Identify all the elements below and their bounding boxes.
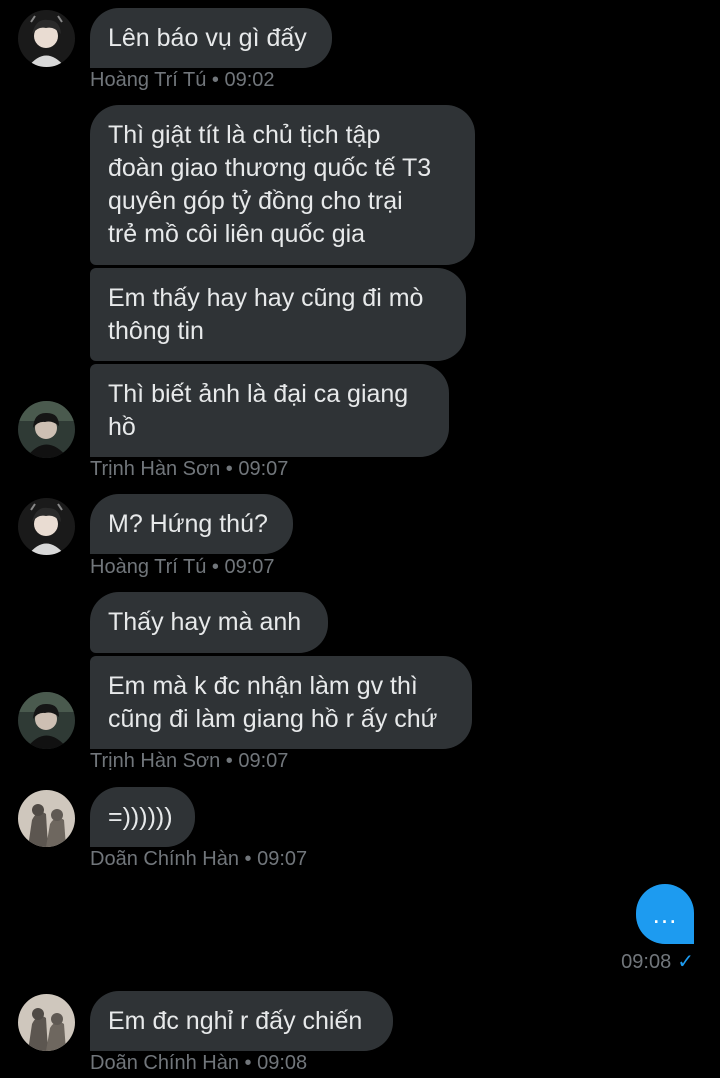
avatar-hoang-tri-tu[interactable] — [18, 10, 75, 67]
message-bubble[interactable]: Em thấy hay hay cũng đi mò thông tin — [90, 268, 466, 361]
sender-name: Trịnh Hàn Sơn — [90, 458, 221, 480]
message-bubble[interactable]: =)))))) — [90, 787, 195, 847]
message-meta: Trịnh Hàn Sơn • 09:07 — [90, 457, 288, 481]
message-meta: Doãn Chính Hàn • 09:08 — [90, 1051, 307, 1075]
message-meta: Trịnh Hàn Sơn • 09:07 — [90, 749, 288, 773]
separator: • — [206, 556, 225, 578]
sender-name: Doãn Chính Hàn — [90, 1052, 239, 1074]
separator: • — [220, 750, 239, 772]
avatar-trinh-han-son[interactable] — [18, 401, 75, 458]
sender-name: Doãn Chính Hàn — [90, 848, 239, 870]
message-meta: Hoàng Trí Tú • 09:07 — [90, 555, 275, 579]
message-bubble[interactable]: Thì biết ảnh là đại ca giang hồ — [90, 364, 449, 457]
message-bubble[interactable]: Em đc nghỉ r đấy chiến — [90, 991, 393, 1051]
separator: • — [220, 458, 239, 480]
message-time: 09:07 — [224, 556, 275, 578]
message-bubble[interactable]: M? Hứng thú? — [90, 494, 293, 554]
outgoing-message-bubble[interactable]: ... — [636, 884, 694, 944]
check-icon: ✓ — [677, 951, 694, 973]
separator: • — [206, 69, 225, 91]
outgoing-message-meta: 09:08 ✓ — [621, 950, 694, 974]
message-time: 09:07 — [238, 458, 289, 480]
message-bubble[interactable]: Lên báo vụ gì đấy — [90, 8, 332, 68]
avatar-hoang-tri-tu[interactable] — [18, 498, 75, 555]
separator: • — [238, 1052, 258, 1074]
message-time: 09:08 — [621, 951, 672, 973]
message-meta: Hoàng Trí Tú • 09:02 — [90, 68, 275, 92]
separator: • — [238, 848, 258, 870]
message-time: 09:07 — [238, 750, 289, 772]
message-meta: Doãn Chính Hàn • 09:07 — [90, 847, 307, 871]
message-bubble[interactable]: Em mà k đc nhận làm gv thì cũng đi làm g… — [90, 656, 472, 749]
avatar-trinh-han-son[interactable] — [18, 692, 75, 749]
message-time: 09:08 — [257, 1052, 308, 1074]
sender-name: Hoàng Trí Tú — [90, 556, 207, 578]
sender-name: Hoàng Trí Tú — [90, 69, 207, 91]
message-time: 09:02 — [224, 69, 275, 91]
message-bubble[interactable]: Thấy hay mà anh — [90, 592, 328, 653]
message-time: 09:07 — [257, 848, 308, 870]
avatar-doan-chinh-han[interactable] — [18, 994, 75, 1051]
message-bubble[interactable]: Thì giật tít là chủ tịch tập đoàn giao t… — [90, 105, 475, 265]
sender-name: Trịnh Hàn Sơn — [90, 750, 221, 772]
avatar-doan-chinh-han[interactable] — [18, 790, 75, 847]
